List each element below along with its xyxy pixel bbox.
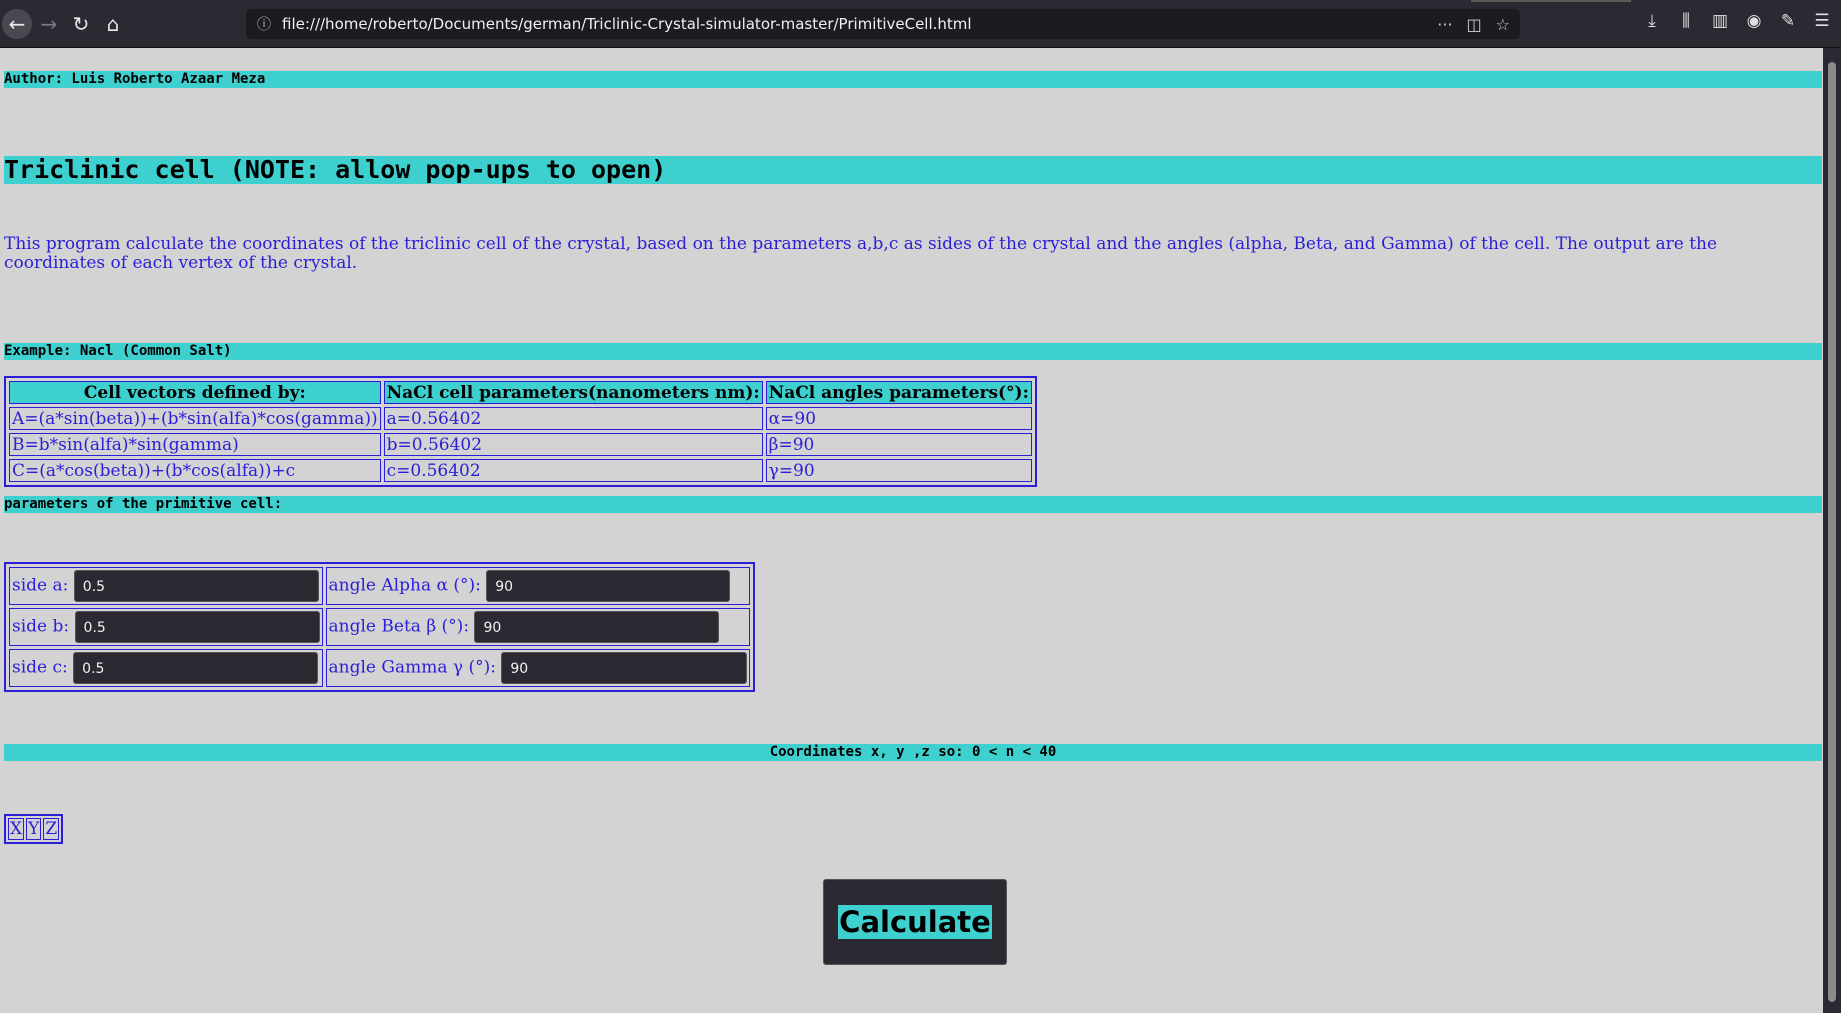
vertical-scrollbar[interactable] bbox=[1823, 48, 1841, 1013]
side-b-label: side b: bbox=[12, 616, 70, 637]
table-cell: C=(a*cos(beta))+(b*cos(alfa))+c bbox=[9, 459, 381, 482]
table-row: A=(a*sin(beta))+(b*sin(alfa)*cos(gamma))… bbox=[9, 407, 1032, 430]
side-a-label: side a: bbox=[12, 575, 69, 596]
side-c-label: side c: bbox=[12, 657, 68, 678]
beta-input[interactable]: 90 bbox=[474, 611, 720, 643]
library-icon[interactable]: ⫼ bbox=[1675, 11, 1697, 31]
table-row: C=(a*cos(beta))+(b*cos(alfa))+c c=0.5640… bbox=[9, 459, 1032, 482]
example-col-header: NaCl angles parameters(°): bbox=[765, 381, 1032, 404]
table-cell: γ=90 bbox=[765, 459, 1032, 482]
site-info-icon[interactable]: ⓘ bbox=[246, 14, 282, 34]
table-cell: α=90 bbox=[765, 407, 1032, 430]
author-line: Author: Luis Roberto Azaar Meza bbox=[4, 71, 1822, 88]
gamma-input[interactable]: 90 bbox=[501, 652, 748, 684]
y-cell: Y bbox=[26, 818, 42, 840]
parameters-form: side a: 0.5 angle Alpha α (°): 90 side b… bbox=[4, 562, 756, 692]
table-cell: c=0.56402 bbox=[383, 459, 763, 482]
table-cell: A=(a*sin(beta))+(b*sin(alfa)*cos(gamma)) bbox=[9, 407, 381, 430]
page-title: Triclinic cell (NOTE: allow pop-ups to o… bbox=[4, 156, 1822, 184]
calculate-button[interactable]: Calculate bbox=[823, 879, 1007, 965]
z-cell: Z bbox=[43, 818, 60, 840]
home-icon[interactable]: ⌂ bbox=[98, 10, 128, 38]
side-a-input[interactable]: 0.5 bbox=[73, 570, 319, 602]
table-cell: a=0.56402 bbox=[383, 407, 763, 430]
reload-icon[interactable]: ↻ bbox=[66, 10, 96, 38]
coords-header: Coordinates x, y ,z so: 0 < n < 40 bbox=[4, 744, 1822, 761]
x-cell: X bbox=[8, 818, 25, 840]
account-icon[interactable]: ◉ bbox=[1743, 11, 1765, 31]
browser-toolbar: ← → ↻ ⌂ ⓘ file:///home/roberto/Documents… bbox=[0, 0, 1841, 48]
params-header: parameters of the primitive cell: bbox=[4, 496, 1822, 513]
side-b-input[interactable]: 0.5 bbox=[74, 611, 320, 643]
table-cell: β=90 bbox=[765, 433, 1032, 456]
xyz-output-table: X Y Z bbox=[4, 814, 64, 844]
address-bar[interactable]: ⓘ file:///home/roberto/Documents/german/… bbox=[246, 9, 1520, 39]
forward-icon[interactable]: → bbox=[34, 10, 64, 38]
downloads-icon[interactable]: ⤓ bbox=[1641, 11, 1663, 31]
example-table: Cell vectors defined by: NaCl cell param… bbox=[4, 376, 1037, 487]
table-cell: b=0.56402 bbox=[383, 433, 763, 456]
back-icon[interactable]: ← bbox=[2, 9, 32, 39]
menu-icon[interactable]: ☰ bbox=[1811, 11, 1833, 31]
loading-progress bbox=[1471, 0, 1631, 2]
example-col-header: NaCl cell parameters(nanometers nm): bbox=[383, 381, 763, 404]
beta-label: angle Beta β (°): bbox=[328, 616, 470, 637]
alpha-input[interactable]: 90 bbox=[486, 570, 731, 602]
example-header: Example: Nacl (Common Salt) bbox=[4, 343, 1822, 360]
gamma-label: angle Gamma γ (°): bbox=[328, 657, 496, 678]
page-actions-icon[interactable]: ··· bbox=[1437, 15, 1452, 34]
table-row: B=b*sin(alfa)*sin(gamma) b=0.56402 β=90 bbox=[9, 433, 1032, 456]
description: This program calculate the coordinates o… bbox=[4, 234, 1718, 273]
url-text[interactable]: file:///home/roberto/Documents/german/Tr… bbox=[282, 15, 1437, 33]
pocket-icon[interactable]: ◫ bbox=[1467, 15, 1482, 34]
side-c-input[interactable]: 0.5 bbox=[73, 652, 319, 684]
extension-icon[interactable]: ✎ bbox=[1777, 11, 1799, 31]
sidebar-icon[interactable]: ▥ bbox=[1709, 11, 1731, 31]
alpha-label: angle Alpha α (°): bbox=[328, 575, 481, 596]
bookmark-star-icon[interactable]: ☆ bbox=[1496, 15, 1510, 34]
table-cell: B=b*sin(alfa)*sin(gamma) bbox=[9, 433, 381, 456]
scrollbar-thumb[interactable] bbox=[1828, 62, 1836, 1002]
calculate-label: Calculate bbox=[838, 905, 992, 939]
example-col-header: Cell vectors defined by: bbox=[9, 381, 381, 404]
